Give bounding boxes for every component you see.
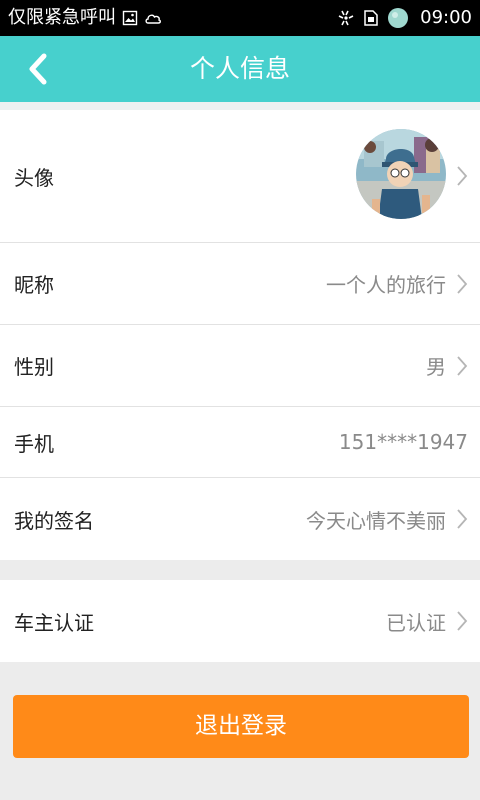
car-owner-verification-label: 车主认证: [14, 610, 94, 635]
car-owner-verification-status: 已认证: [386, 610, 446, 635]
avatar-label: 头像: [14, 165, 54, 190]
chevron-left-icon: [29, 53, 47, 85]
avatar: [356, 129, 446, 219]
gender-label: 性别: [14, 355, 54, 379]
header-divider-band: [0, 102, 480, 110]
phone-row: 手机 151****1947: [0, 407, 480, 478]
phone-label: 手机: [14, 431, 54, 456]
image-icon: [122, 10, 138, 26]
avatar-row[interactable]: 头像: [0, 110, 480, 243]
battery-icon: [386, 6, 410, 30]
nickname-row[interactable]: 昵称 一个人的旅行: [0, 243, 480, 325]
status-bar: 仅限紧急呼叫 09:00: [0, 0, 480, 36]
chevron-right-icon: [454, 165, 470, 187]
signature-row[interactable]: 我的签名 今天心情不美丽: [0, 478, 480, 560]
signature-label: 我的签名: [14, 508, 94, 533]
navigation-bar: 个人信息: [0, 36, 480, 102]
nickname-label: 昵称: [14, 273, 54, 297]
gender-row[interactable]: 性别 男: [0, 325, 480, 407]
verification-list: 车主认证 已认证: [0, 580, 480, 662]
status-bar-left: 仅限紧急呼叫: [8, 0, 162, 36]
chevron-right-icon: [454, 355, 470, 377]
status-bar-right: 09:00: [336, 0, 472, 36]
sim-card-icon: [362, 9, 380, 27]
phone-value: 151****1947: [338, 430, 468, 454]
car-owner-verification-row[interactable]: 车主认证 已认证: [0, 580, 480, 662]
data-sync-icon: [336, 8, 356, 28]
page-title: 个人信息: [189, 54, 290, 83]
carrier-text: 仅限紧急呼叫: [8, 7, 116, 28]
cloud-icon: [144, 11, 162, 25]
nickname-value: 一个人的旅行: [326, 273, 446, 297]
clock: 09:00: [420, 7, 472, 28]
back-button[interactable]: [18, 48, 58, 90]
signature-value: 今天心情不美丽: [306, 508, 446, 533]
chevron-right-icon: [454, 508, 470, 530]
gender-value: 男: [426, 355, 446, 379]
chevron-right-icon: [454, 273, 470, 295]
logout-button[interactable]: 退出登录: [13, 695, 469, 758]
profile-info-list: 头像 昵称 一个人的旅行 性别 男 手机 151****1947 我的签名 今天…: [0, 110, 480, 560]
chevron-right-icon: [454, 610, 470, 632]
